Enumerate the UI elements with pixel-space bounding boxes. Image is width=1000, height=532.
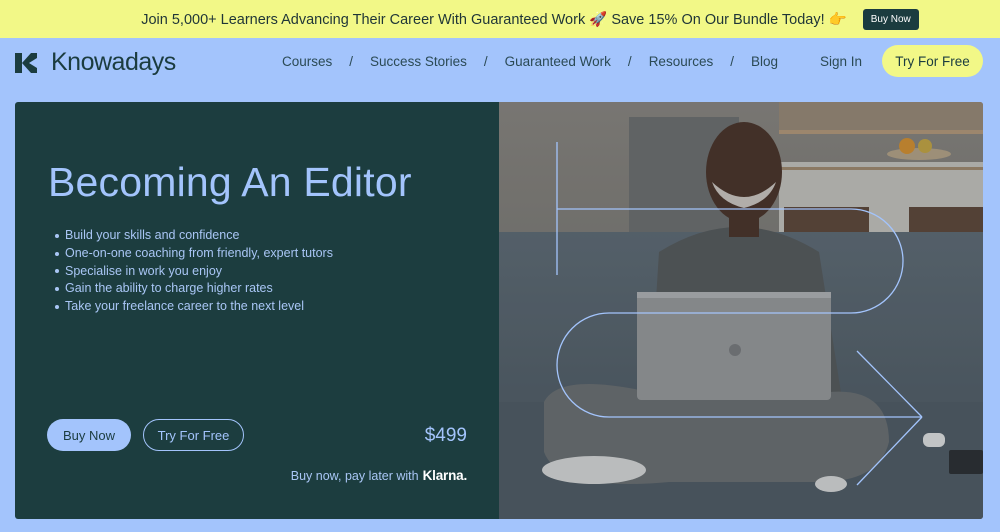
feature-item: Gain the ability to charge higher rates — [55, 280, 333, 298]
hero-photo-illustration — [499, 102, 983, 519]
feature-item: One-on-one coaching from friendly, exper… — [55, 245, 333, 263]
site-header: Knowadays Courses / Success Stories / Gu… — [0, 38, 1000, 88]
buy-now-button[interactable]: Buy Now — [47, 419, 131, 451]
try-for-free-button[interactable]: Try For Free — [143, 419, 244, 451]
hero-content-panel: Becoming An Editor Build your skills and… — [15, 102, 499, 519]
try-for-free-header-button[interactable]: Try For Free — [882, 45, 983, 77]
feature-item: Specialise in work you enjoy — [55, 263, 333, 281]
nav-separator: / — [483, 54, 488, 69]
nav-separator: / — [730, 54, 734, 69]
hero-image — [499, 102, 983, 519]
price: $499 — [424, 425, 467, 446]
nav-courses[interactable]: Courses — [282, 54, 332, 69]
pay-later-text: Buy now, pay later with — [290, 469, 419, 483]
feature-text: Take your freelance career to the next l… — [65, 299, 305, 314]
logo[interactable]: Knowadays — [15, 48, 176, 77]
nav-separator: / — [627, 54, 632, 69]
klarna-logo: Klarna. — [422, 468, 468, 483]
bullet-icon — [55, 305, 59, 310]
pay-later-note: Buy now, pay later with Klarna. — [291, 468, 467, 483]
promo-buy-now-button[interactable]: Buy Now — [862, 8, 919, 30]
main-nav: Courses / Success Stories / Guaranteed W… — [282, 54, 778, 69]
bullet-icon — [55, 233, 59, 238]
feature-item: Take your freelance career to the next l… — [55, 298, 333, 316]
bullet-icon — [55, 287, 59, 292]
feature-list: Build your skills and confidence One-on-… — [55, 227, 333, 316]
bullet-icon — [55, 269, 59, 274]
promo-bar: Join 5,000+ Learners Advancing Their Car… — [0, 0, 1000, 38]
nav-success-stories[interactable]: Success Stories — [370, 54, 467, 69]
sign-in-link[interactable]: Sign In — [820, 54, 862, 69]
feature-text: Gain the ability to charge higher rates — [65, 281, 273, 296]
feature-text: Specialise in work you enjoy — [65, 263, 223, 278]
nav-separator: / — [349, 54, 354, 69]
hero-title: Becoming An Editor — [48, 159, 412, 205]
knowadays-logo-icon — [15, 52, 37, 73]
hero-section: Becoming An Editor Build your skills and… — [15, 102, 983, 519]
feature-item: Build your skills and confidence — [55, 227, 333, 245]
bullet-icon — [55, 251, 59, 256]
promo-text: Join 5,000+ Learners Advancing Their Car… — [141, 11, 847, 28]
nav-blog[interactable]: Blog — [751, 54, 778, 69]
brand-name: Knowadays — [51, 48, 176, 76]
feature-text: One-on-one coaching from friendly, exper… — [65, 245, 333, 260]
nav-resources[interactable]: Resources — [649, 54, 714, 69]
nav-guaranteed-work[interactable]: Guaranteed Work — [505, 54, 611, 69]
feature-text: Build your skills and confidence — [65, 228, 240, 242]
